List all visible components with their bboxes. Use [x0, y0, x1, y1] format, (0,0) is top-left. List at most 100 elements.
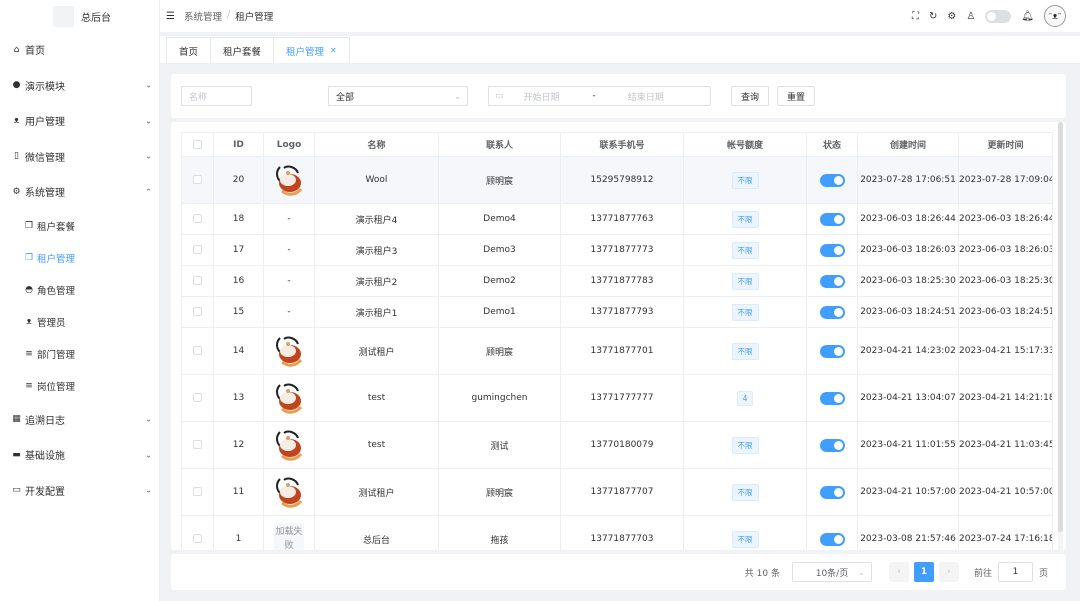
row-checkbox[interactable]: [193, 245, 202, 254]
quota-cell: 不限: [683, 203, 807, 235]
scrollbar-thumb[interactable]: [1058, 122, 1063, 532]
page-size-select[interactable]: 10条/页 ⌄: [791, 562, 872, 582]
sidebar-item[interactable]: ⚙ 系统管理 ⌃: [0, 174, 159, 210]
quota-tag: 不限: [731, 210, 759, 228]
phone-cell: 13771877703: [560, 515, 684, 550]
table-row[interactable]: 11 测试租户 顾明宸 13771877707 不限 2023-04-21 10:57:0…: [181, 468, 1053, 516]
table-row[interactable]: 14 测试租户 顾明宸 13771877701 不限 2023-04-21 14:23:0…: [181, 327, 1053, 375]
table-row[interactable]: 17- 演示租户3 Demo3 13771877773 不限 2023-06-03 18:…: [181, 234, 1053, 266]
sidebar-item[interactable]: ▦ 追溯日志 ⌄: [0, 402, 159, 438]
status-switch[interactable]: [819, 485, 845, 499]
sidebar-subitem[interactable]: ≡ 岗位管理: [0, 370, 159, 402]
sidebar-item[interactable]: ▭ 开发配置 ⌄: [0, 473, 159, 509]
status-switch[interactable]: [819, 438, 845, 452]
row-checkbox[interactable]: [193, 276, 202, 285]
status-switch[interactable]: [819, 274, 845, 288]
row-checkbox[interactable]: [193, 346, 202, 355]
sidebar-subitem[interactable]: ≡ 部门管理: [0, 338, 159, 370]
sidebar-item[interactable]: ⌂ 首页: [0, 32, 159, 68]
chevron-down-icon: ⌄: [145, 116, 152, 126]
row-checkbox[interactable]: [193, 440, 202, 449]
select-all-checkbox-cell[interactable]: [181, 132, 214, 157]
breadcrumb-item[interactable]: 系统管理: [184, 9, 222, 23]
status-switch[interactable]: [819, 305, 845, 319]
updated-time-cell: 2023-07-24 17:16:18: [958, 515, 1053, 550]
date-range-picker[interactable]: ▭ 开始日期 - 结束日期: [488, 86, 711, 106]
status-switch[interactable]: [819, 212, 845, 226]
settings-icon[interactable]: ⚙: [947, 11, 956, 22]
row-checkbox-cell[interactable]: [181, 203, 214, 235]
row-checkbox[interactable]: [193, 534, 202, 543]
table-row[interactable]: 16- 演示租户2 Demo2 13771877783 不限 2023-06-03 18:…: [181, 265, 1053, 297]
row-checkbox[interactable]: [193, 175, 202, 184]
sidebar-item[interactable]: ● 演示模块 ⌄: [0, 68, 159, 104]
reset-button[interactable]: 重置: [777, 86, 815, 106]
tab-home[interactable]: 首页: [166, 37, 212, 63]
column-header: 帐号额度: [683, 132, 807, 157]
status-switch[interactable]: [819, 532, 845, 546]
table-row[interactable]: 13 test gumingchen 13771777777 4 2023-04-21 1…: [181, 374, 1053, 422]
updated-time-cell: 2023-04-21 14:21:18: [958, 374, 1053, 422]
chevron-down-icon: ⌄: [145, 80, 152, 90]
next-page-button[interactable]: ›: [938, 562, 959, 582]
name-input[interactable]: 名称: [181, 86, 252, 106]
menu-fold-icon[interactable]: ☰: [166, 11, 175, 22]
page-number[interactable]: 1: [913, 562, 934, 582]
table-row[interactable]: 12 test 测试 13770180079 不限 2023-04-21 11:01:55…: [181, 421, 1053, 469]
language-icon[interactable]: ♙: [966, 11, 975, 22]
quota-cell: 不限: [683, 327, 807, 375]
close-icon[interactable]: ✕: [330, 46, 337, 55]
fullscreen-icon[interactable]: ⛶: [912, 11, 919, 22]
row-checkbox-cell[interactable]: [181, 468, 214, 516]
goto-page-input[interactable]: 1: [997, 562, 1033, 582]
contact-cell: 顾明宸: [438, 468, 561, 516]
updated-time-cell: 2023-04-21 10:57:00: [958, 468, 1053, 516]
theme-toggle[interactable]: [985, 9, 1012, 23]
row-checkbox-cell[interactable]: [181, 234, 214, 266]
row-checkbox-cell[interactable]: [181, 156, 214, 204]
sidebar-item[interactable]: ▬ 基础设施 ⌄: [0, 437, 159, 473]
row-checkbox[interactable]: [193, 393, 202, 402]
bell-icon[interactable]: 🔔︎: [1021, 11, 1034, 22]
start-date-input[interactable]: 开始日期: [524, 90, 584, 103]
id-cell: 1: [213, 515, 264, 550]
row-checkbox[interactable]: [193, 214, 202, 223]
avatar[interactable]: ᵔᴥᵔ: [1044, 5, 1066, 27]
refresh-icon[interactable]: ↻: [929, 11, 937, 22]
query-button[interactable]: 查询: [731, 86, 769, 106]
row-checkbox-cell[interactable]: [181, 296, 214, 328]
table-row[interactable]: 15- 演示租户1 Demo1 13771877793 不限 2023-06-03 18:…: [181, 296, 1053, 328]
row-checkbox-cell[interactable]: [181, 515, 214, 550]
status-switch[interactable]: [819, 243, 845, 257]
updated-time-cell: 2023-06-03 18:26:44: [958, 203, 1053, 235]
sidebar-item[interactable]: ▯ 微信管理 ⌄: [0, 139, 159, 175]
row-checkbox[interactable]: [193, 487, 202, 496]
row-checkbox[interactable]: [193, 307, 202, 316]
end-date-input[interactable]: 结束日期: [628, 90, 664, 103]
tab-tenant-management[interactable]: 租户管理 ✕: [273, 37, 350, 63]
row-checkbox-cell[interactable]: [181, 265, 214, 297]
row-checkbox-cell[interactable]: [181, 327, 214, 375]
row-checkbox-cell[interactable]: [181, 421, 214, 469]
sidebar-logo[interactable]: 总后台: [0, 0, 159, 32]
table-row[interactable]: 18- 演示租户4 Demo4 13771877763 不限 2023-06-03 18:…: [181, 203, 1053, 235]
table-row[interactable]: 1 加载失败 总后台 拖孩 13771877703 不限 2023-03-08 21:57:…: [181, 515, 1053, 550]
prev-page-button[interactable]: ‹: [888, 562, 909, 582]
sidebar-subitem[interactable]: ❐ 租户套餐: [0, 210, 159, 242]
select-all-checkbox[interactable]: [193, 139, 202, 149]
phone-cell: 13771877773: [560, 234, 684, 266]
pagination: 共 10 条 10条/页 ⌄ ‹ 1 › 前往 1 页: [745, 562, 1048, 582]
database-icon: ≡: [25, 348, 33, 359]
status-switch[interactable]: [819, 344, 845, 358]
status-switch[interactable]: [819, 391, 845, 405]
sidebar-subitem[interactable]: ᴥ 管理员: [0, 306, 159, 338]
sidebar-subitem[interactable]: ◓ 角色管理: [0, 274, 159, 306]
status-select[interactable]: 全部 ⌄: [328, 86, 468, 106]
status-switch[interactable]: [819, 173, 845, 187]
sidebar-item[interactable]: ᴥ 用户管理 ⌄: [0, 103, 159, 139]
tab-tenant-package[interactable]: 租户套餐: [210, 37, 275, 63]
sidebar-subitem[interactable]: ❐ 租户管理: [0, 242, 159, 274]
table-row[interactable]: 20 Wool 顾明宸 15295798912 不限 2023-07-28 17:06:5…: [181, 156, 1053, 204]
table-scrollbar[interactable]: [1058, 122, 1063, 550]
row-checkbox-cell[interactable]: [181, 374, 214, 422]
